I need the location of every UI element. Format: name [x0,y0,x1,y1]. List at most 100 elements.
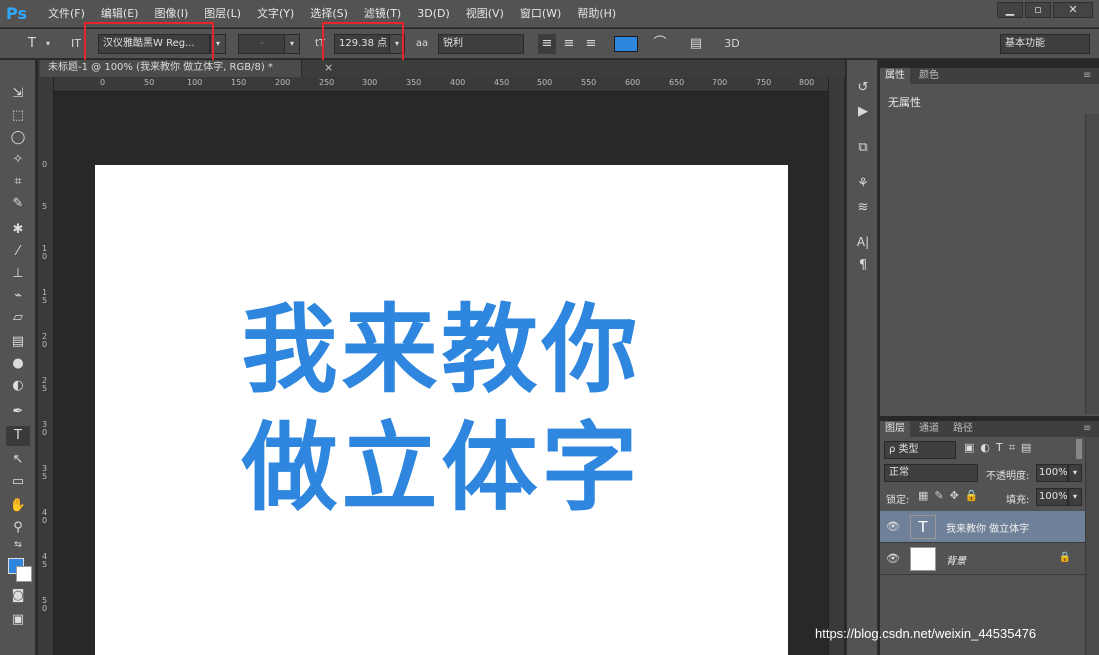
layer-filter-icons[interactable]: ▣◐T⌗▤ [964,441,1037,455]
properties-panel-tabs: 属性 颜色 ≡ [880,68,1099,84]
ruler-label: 250 [319,78,335,87]
healing-brush-tool-icon[interactable]: ✱ [6,220,30,240]
type-tool-icon[interactable]: T [6,426,30,446]
character-panel-icon[interactable]: ▤ [686,34,706,54]
stamp-tool-icon[interactable]: ⊥ [6,264,30,284]
layer-name[interactable]: 背景 [946,552,966,567]
align-center-button[interactable]: ≡ [560,34,578,54]
background-color-swatch[interactable] [16,566,32,582]
canvas-scrollbar[interactable] [828,77,844,655]
lock-icons[interactable]: ▦✎✥🔒 [918,489,985,502]
align-right-button[interactable]: ≡ [582,34,600,54]
menu-window[interactable]: 窗口(W) [512,0,569,28]
menu-type[interactable]: 文字(Y) [249,0,302,28]
layer-name[interactable]: 我来教你 做立体字 [946,520,1029,535]
paragraph-panel-icon[interactable]: ¶ [853,256,873,276]
properties-panel: 属性 颜色 ≡ 无属性 [880,68,1099,416]
3d-button[interactable]: 3D [720,34,744,54]
marquee-tool-icon[interactable]: ⬚ [6,106,30,126]
text-layer-thumbnail: T [910,515,936,539]
eyedropper-tool-icon[interactable]: ✎ [6,194,30,214]
ruler-label: 20 [42,332,48,349]
visibility-eye-icon[interactable]: 👁 [886,552,900,566]
maximize-button[interactable]: ▫ [1025,2,1051,18]
swap-colors-icon[interactable]: ⇆ [6,538,30,552]
horizontal-ruler: 0 50 100 150 200 250 300 350 400 450 500… [54,77,828,92]
fill-input[interactable]: 100% [1036,488,1068,506]
menu-help[interactable]: 帮助(H) [569,0,624,28]
history-brush-tool-icon[interactable]: ⌁ [6,286,30,306]
tab-channels[interactable]: 通道 [914,421,944,437]
ruler-label: 35 [42,464,48,481]
tab-properties[interactable]: 属性 [880,68,910,84]
ruler-label: 550 [581,78,597,87]
actions-play-icon[interactable]: ▶ [853,102,873,122]
pen-tool-icon[interactable]: ✒ [6,402,30,422]
font-style-select[interactable]: - [238,34,286,54]
text-color-swatch[interactable] [614,36,638,52]
collapsed-panels-strip: ↺ ▶ ⧉ ⚘ ≋ A| ¶ [846,60,878,655]
brush-tool-icon[interactable]: ⁄ [6,242,30,262]
eraser-tool-icon[interactable]: ▱ [6,308,30,328]
gradient-tool-icon[interactable]: ▤ [6,332,30,352]
tab-paths[interactable]: 路径 [948,421,978,437]
tool-preset-arrow-icon[interactable]: ▾ [42,34,54,54]
panel-menu-icon[interactable]: ≡ [1078,421,1096,437]
document-canvas[interactable]: 我来教你 做立体字 [95,165,788,655]
filter-toggle[interactable] [1076,439,1082,459]
character-panel-icon[interactable]: A| [853,232,873,252]
canvas-text-line1[interactable]: 我来教你 [95,295,788,405]
close-tab-icon[interactable]: × [324,60,333,76]
menu-3d[interactable]: 3D(D) [409,0,458,28]
document-tab[interactable]: 未标题-1 @ 100% (我来教你 做立体字, RGB/8) * [40,60,302,77]
dodge-tool-icon[interactable]: ◐ [6,376,30,396]
path-selection-tool-icon[interactable]: ↖ [6,450,30,470]
warp-text-icon[interactable]: ⌒ [650,34,670,54]
blur-tool-icon[interactable]: ● [6,354,30,374]
tab-color[interactable]: 颜色 [914,68,944,84]
document-workspace[interactable]: 我来教你 做立体字 [55,93,828,655]
antialias-icon: aa [415,38,429,49]
properties-scrollbar[interactable] [1085,114,1099,414]
brush-panel-icon[interactable]: ≋ [853,198,873,218]
lasso-tool-icon[interactable]: ◯ [6,128,30,148]
antialias-select[interactable]: 锐利 [438,34,524,54]
close-button[interactable]: ✕ [1053,2,1093,18]
panel-menu-icon[interactable]: ≡ [1078,68,1096,84]
tab-layers[interactable]: 图层 [880,421,910,437]
quick-mask-icon[interactable]: ◙ [6,586,30,606]
minimize-button[interactable]: ▁ [997,2,1023,18]
align-left-button[interactable]: ≡ [538,34,556,54]
font-style-arrow-icon[interactable]: ▾ [284,34,300,54]
workspace-select[interactable]: 基本功能 [1000,34,1090,54]
lock-label: 锁定: [886,495,910,506]
brush-presets-icon[interactable]: ⚘ [853,174,873,194]
ruler-label: 150 [231,78,247,87]
layer-filter-select[interactable]: ρ 类型 [884,441,956,459]
ruler-label: 25 [42,376,48,393]
fill-arrow-icon[interactable]: ▾ [1068,488,1082,506]
zoom-tool-icon[interactable]: ⚲ [6,518,30,538]
magic-wand-tool-icon[interactable]: ✧ [6,150,30,170]
crop-tool-icon[interactable]: ⌗ [6,172,30,192]
photoshop-logo: Ps [6,4,27,23]
blend-mode-select[interactable]: 正常 [884,464,978,482]
layer-row-text[interactable]: 👁 T 我来教你 做立体字 [880,511,1085,543]
layers-scrollbar[interactable] [1085,437,1099,655]
type-tool-preset-icon[interactable]: T [20,34,44,54]
move-tool-icon[interactable]: ⇲ [6,84,30,104]
history-panel-icon[interactable]: ↺ [853,78,873,98]
opacity-label: 不透明度: [986,471,1030,482]
screen-mode-icon[interactable]: ▣ [6,610,30,630]
opacity-input[interactable]: 100% [1036,464,1068,482]
shape-tool-icon[interactable]: ▭ [6,472,30,492]
canvas-text-line2[interactable]: 做立体字 [95,413,788,523]
menu-view[interactable]: 视图(V) [458,0,512,28]
hand-tool-icon[interactable]: ✋ [6,496,30,516]
layer-row-background[interactable]: 👁 背景 🔒 [880,543,1085,575]
vertical-ruler: 0 5 10 15 20 25 30 35 40 45 50 [38,77,54,655]
ruler-label: 300 [362,78,378,87]
visibility-eye-icon[interactable]: 👁 [886,520,900,534]
layer-comps-icon[interactable]: ⧉ [853,138,873,158]
opacity-arrow-icon[interactable]: ▾ [1068,464,1082,482]
